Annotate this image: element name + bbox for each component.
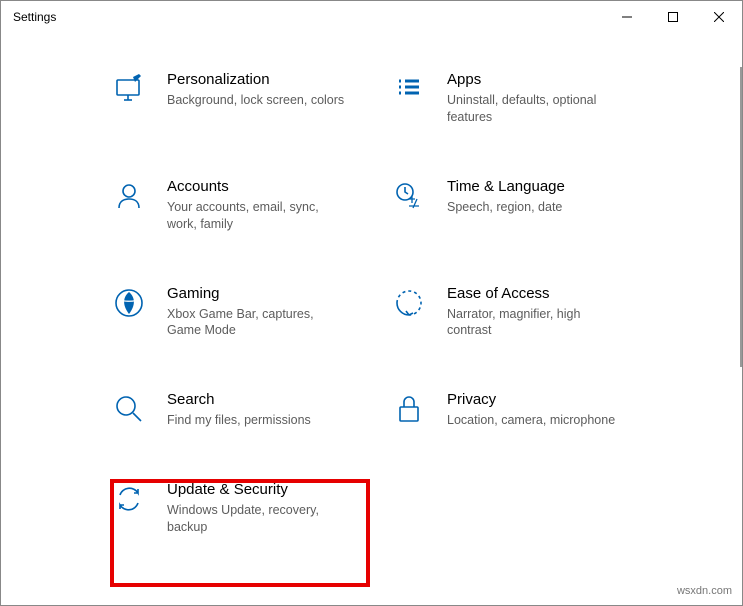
settings-content: Personalization Background, lock screen,… bbox=[1, 71, 738, 605]
tile-privacy[interactable]: Privacy Location, camera, microphone bbox=[391, 391, 641, 429]
scrollbar-thumb[interactable] bbox=[740, 67, 742, 367]
tile-text: Ease of Access Narrator, magnifier, high… bbox=[447, 285, 641, 340]
privacy-icon bbox=[391, 391, 427, 427]
window-controls bbox=[604, 1, 742, 33]
tile-text: Time & Language Speech, region, date bbox=[447, 178, 641, 216]
accounts-icon bbox=[111, 178, 147, 214]
tile-title: Ease of Access bbox=[447, 285, 641, 302]
close-icon bbox=[714, 12, 724, 22]
tile-text: Personalization Background, lock screen,… bbox=[167, 71, 361, 109]
update-security-icon bbox=[111, 481, 147, 517]
maximize-icon bbox=[668, 12, 678, 22]
tile-desc: Your accounts, email, sync, work, family bbox=[167, 199, 347, 233]
tile-text: Accounts Your accounts, email, sync, wor… bbox=[167, 178, 361, 233]
title-bar-left: Settings bbox=[13, 10, 56, 24]
tile-personalization[interactable]: Personalization Background, lock screen,… bbox=[111, 71, 361, 126]
tile-title: Personalization bbox=[167, 71, 361, 88]
tile-desc: Speech, region, date bbox=[447, 199, 627, 216]
watermark: wsxdn.com bbox=[677, 585, 732, 597]
minimize-icon bbox=[622, 12, 632, 22]
tile-desc: Narrator, magnifier, high contrast bbox=[447, 306, 627, 340]
tile-desc: Location, camera, microphone bbox=[447, 412, 627, 429]
tile-title: Update & Security bbox=[167, 481, 361, 498]
tile-desc: Xbox Game Bar, captures, Game Mode bbox=[167, 306, 347, 340]
tile-text: Search Find my files, permissions bbox=[167, 391, 361, 429]
tile-title: Apps bbox=[447, 71, 641, 88]
tile-ease-of-access[interactable]: Ease of Access Narrator, magnifier, high… bbox=[391, 285, 641, 340]
tile-update-security[interactable]: Update & Security Windows Update, recove… bbox=[111, 481, 361, 536]
tile-desc: Uninstall, defaults, optional features bbox=[447, 92, 627, 126]
tile-text: Update & Security Windows Update, recove… bbox=[167, 481, 361, 536]
tile-title: Privacy bbox=[447, 391, 641, 408]
tile-desc: Windows Update, recovery, backup bbox=[167, 502, 347, 536]
time-language-icon bbox=[391, 178, 427, 214]
tile-title: Accounts bbox=[167, 178, 361, 195]
ease-of-access-icon bbox=[391, 285, 427, 321]
tile-time-language[interactable]: Time & Language Speech, region, date bbox=[391, 178, 641, 233]
tile-apps[interactable]: Apps Uninstall, defaults, optional featu… bbox=[391, 71, 641, 126]
settings-grid: Personalization Background, lock screen,… bbox=[111, 71, 688, 536]
maximize-button[interactable] bbox=[650, 1, 696, 33]
scrollbar[interactable] bbox=[738, 33, 742, 605]
tile-text: Privacy Location, camera, microphone bbox=[447, 391, 641, 429]
tile-title: Search bbox=[167, 391, 361, 408]
tile-desc: Background, lock screen, colors bbox=[167, 92, 347, 109]
gaming-icon bbox=[111, 285, 147, 321]
tile-desc: Find my files, permissions bbox=[167, 412, 347, 429]
window-title: Settings bbox=[13, 10, 56, 24]
search-icon bbox=[111, 391, 147, 427]
tile-text: Gaming Xbox Game Bar, captures, Game Mod… bbox=[167, 285, 361, 340]
tile-search[interactable]: Search Find my files, permissions bbox=[111, 391, 361, 429]
tile-accounts[interactable]: Accounts Your accounts, email, sync, wor… bbox=[111, 178, 361, 233]
tile-gaming[interactable]: Gaming Xbox Game Bar, captures, Game Mod… bbox=[111, 285, 361, 340]
apps-icon bbox=[391, 71, 427, 107]
personalization-icon bbox=[111, 71, 147, 107]
title-bar: Settings bbox=[1, 1, 742, 33]
tile-text: Apps Uninstall, defaults, optional featu… bbox=[447, 71, 641, 126]
minimize-button[interactable] bbox=[604, 1, 650, 33]
tile-title: Time & Language bbox=[447, 178, 641, 195]
tile-title: Gaming bbox=[167, 285, 361, 302]
close-button[interactable] bbox=[696, 1, 742, 33]
